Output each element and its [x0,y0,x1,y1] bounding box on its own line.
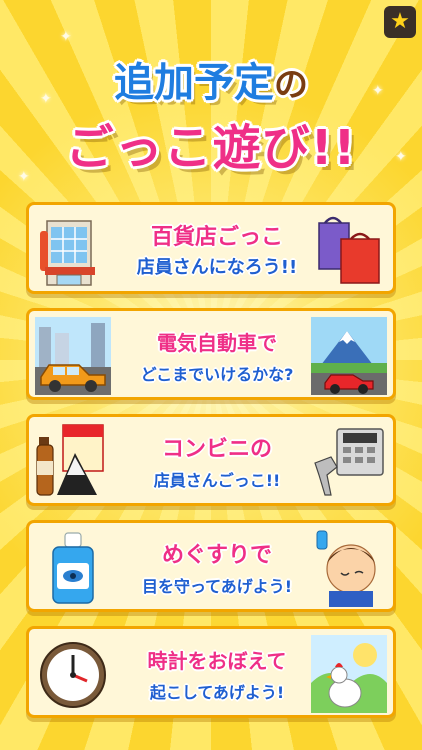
heading-main-text: 追加予定 [114,60,274,106]
card-title: めぐすりで [161,543,272,568]
convenience-store-goods-icon [36,424,104,496]
heading-line-2: ごっこ遊び!! [65,120,357,176]
shopping-bags-icon [318,216,380,284]
electric-car-icon [35,317,111,395]
card-department-store[interactable]: 百貨店ごっこ 店員さんになろう!! [26,202,396,294]
sparkle-icon: ✦ [60,29,72,45]
card-subtitle: 店員さんになろう!! [136,257,298,278]
wall-clock-icon [40,642,106,708]
card-subtitle: 起こしてあげよう! [149,683,285,702]
card-title: 百貨店ごっこ [150,225,283,250]
card-subtitle: どこまでいけるかな? [140,365,294,384]
card-eye-drops[interactable]: めぐすりで 目を守ってあげよう! [26,520,396,612]
heading-line-1: 追加予定の [0,50,422,108]
eye-drops-bottle-icon [52,532,94,604]
card-subtitle: 目を守ってあげよう! [141,577,293,596]
rooster-sunrise-icon [311,635,387,713]
card-electric-car[interactable]: 電気自動車で どこまでいけるかな? [26,308,396,400]
star-button[interactable]: ★ [384,6,416,38]
heading-particle-text: の [274,65,308,105]
card-convenience-store[interactable]: コンビニの 店員さんごっこ!! [26,414,396,506]
boy-with-eye-drops-icon [316,530,376,607]
card-subtitle: 店員さんごっこ!! [153,471,281,490]
card-clock[interactable]: 時計をおぼえて 起こしてあげよう! [26,626,396,718]
card-title: 時計をおぼえて [147,649,287,673]
card-title: 電気自動車で [157,331,277,355]
card-title: コンビニの [161,437,272,462]
department-store-icon [40,220,95,286]
cash-register-scanner-icon [314,428,384,496]
star-icon: ★ [390,9,410,34]
red-car-mount-fuji-icon [311,317,387,395]
